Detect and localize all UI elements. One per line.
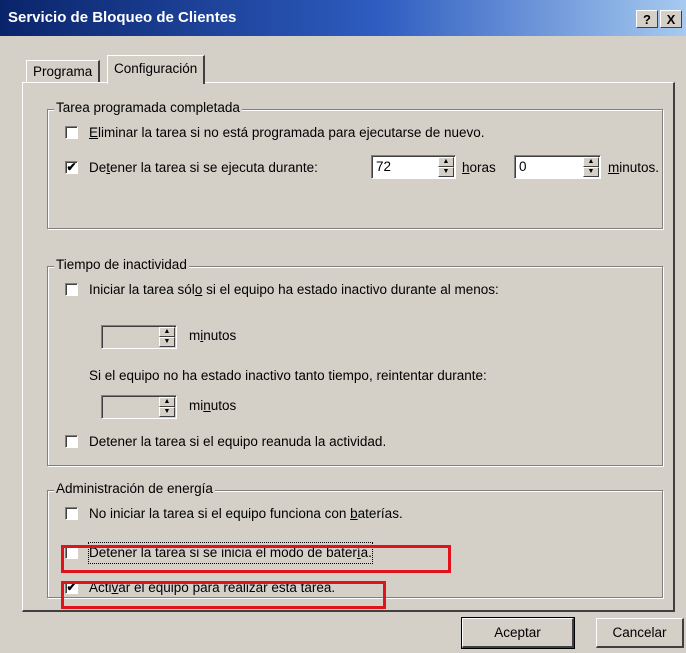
hours-spinner[interactable]: 72 ▲ ▼ (371, 155, 456, 179)
minutes-down-icon[interactable]: ▼ (583, 167, 599, 177)
idle-down-icon[interactable]: ▼ (159, 337, 175, 347)
retry-up-icon[interactable]: ▲ (159, 397, 175, 407)
highlight-stop-battery (61, 545, 451, 573)
power-management-legend: Administración de energía (54, 481, 215, 496)
cancel-button[interactable]: Cancelar (596, 618, 684, 648)
scheduled-task-legend: Tarea programada completada (54, 100, 242, 115)
highlight-wake-computer (61, 581, 386, 609)
retry-down-icon[interactable]: ▼ (159, 407, 175, 417)
stop-resume-checkbox[interactable] (65, 435, 78, 448)
dialog-body: Programa Configuración Tarea programada … (0, 36, 686, 653)
retry-minutes-spinner[interactable]: ▲ ▼ (101, 395, 177, 419)
idle-minutes-label: minutos (189, 328, 237, 343)
minutes-value[interactable]: 0 (519, 158, 527, 176)
minutes-spinner[interactable]: 0 ▲ ▼ (514, 155, 601, 179)
idle-minutes-spinner[interactable]: ▲ ▼ (101, 325, 177, 349)
idle-time-legend: Tiempo de inactividad (54, 257, 189, 272)
scheduled-task-group: Tarea programada completada Eliminar la … (47, 100, 663, 229)
stop-task-checkbox[interactable]: ✔ (65, 161, 78, 174)
idle-up-icon[interactable]: ▲ (159, 327, 175, 337)
window-title: Servicio de Bloqueo de Clientes (8, 9, 237, 26)
tab-configuracion[interactable]: Configuración (107, 55, 206, 84)
hours-up-icon[interactable]: ▲ (438, 157, 454, 167)
title-bar: Servicio de Bloqueo de Clientes ? X (0, 0, 686, 36)
idle-time-group: Tiempo de inactividad Iniciar la tarea s… (47, 257, 663, 466)
close-button[interactable]: X (660, 10, 682, 28)
start-idle-checkbox[interactable] (65, 283, 78, 296)
hours-value[interactable]: 72 (376, 158, 391, 176)
tab-programa[interactable]: Programa (26, 60, 101, 82)
tab-panel: Tarea programada completada Eliminar la … (22, 82, 675, 612)
accept-button[interactable]: Aceptar (461, 617, 575, 649)
hours-label: horas (462, 160, 496, 175)
retry-text: Si el equipo no ha estado inactivo tanto… (89, 368, 487, 383)
minutes-label: minutos. (608, 160, 660, 175)
hours-down-icon[interactable]: ▼ (438, 167, 454, 177)
minutes-up-icon[interactable]: ▲ (583, 157, 599, 167)
retry-minutes-label: minutos (189, 398, 237, 413)
help-button[interactable]: ? (636, 10, 658, 28)
delete-task-checkbox[interactable] (65, 126, 78, 139)
no-start-battery-checkbox[interactable] (65, 507, 78, 520)
